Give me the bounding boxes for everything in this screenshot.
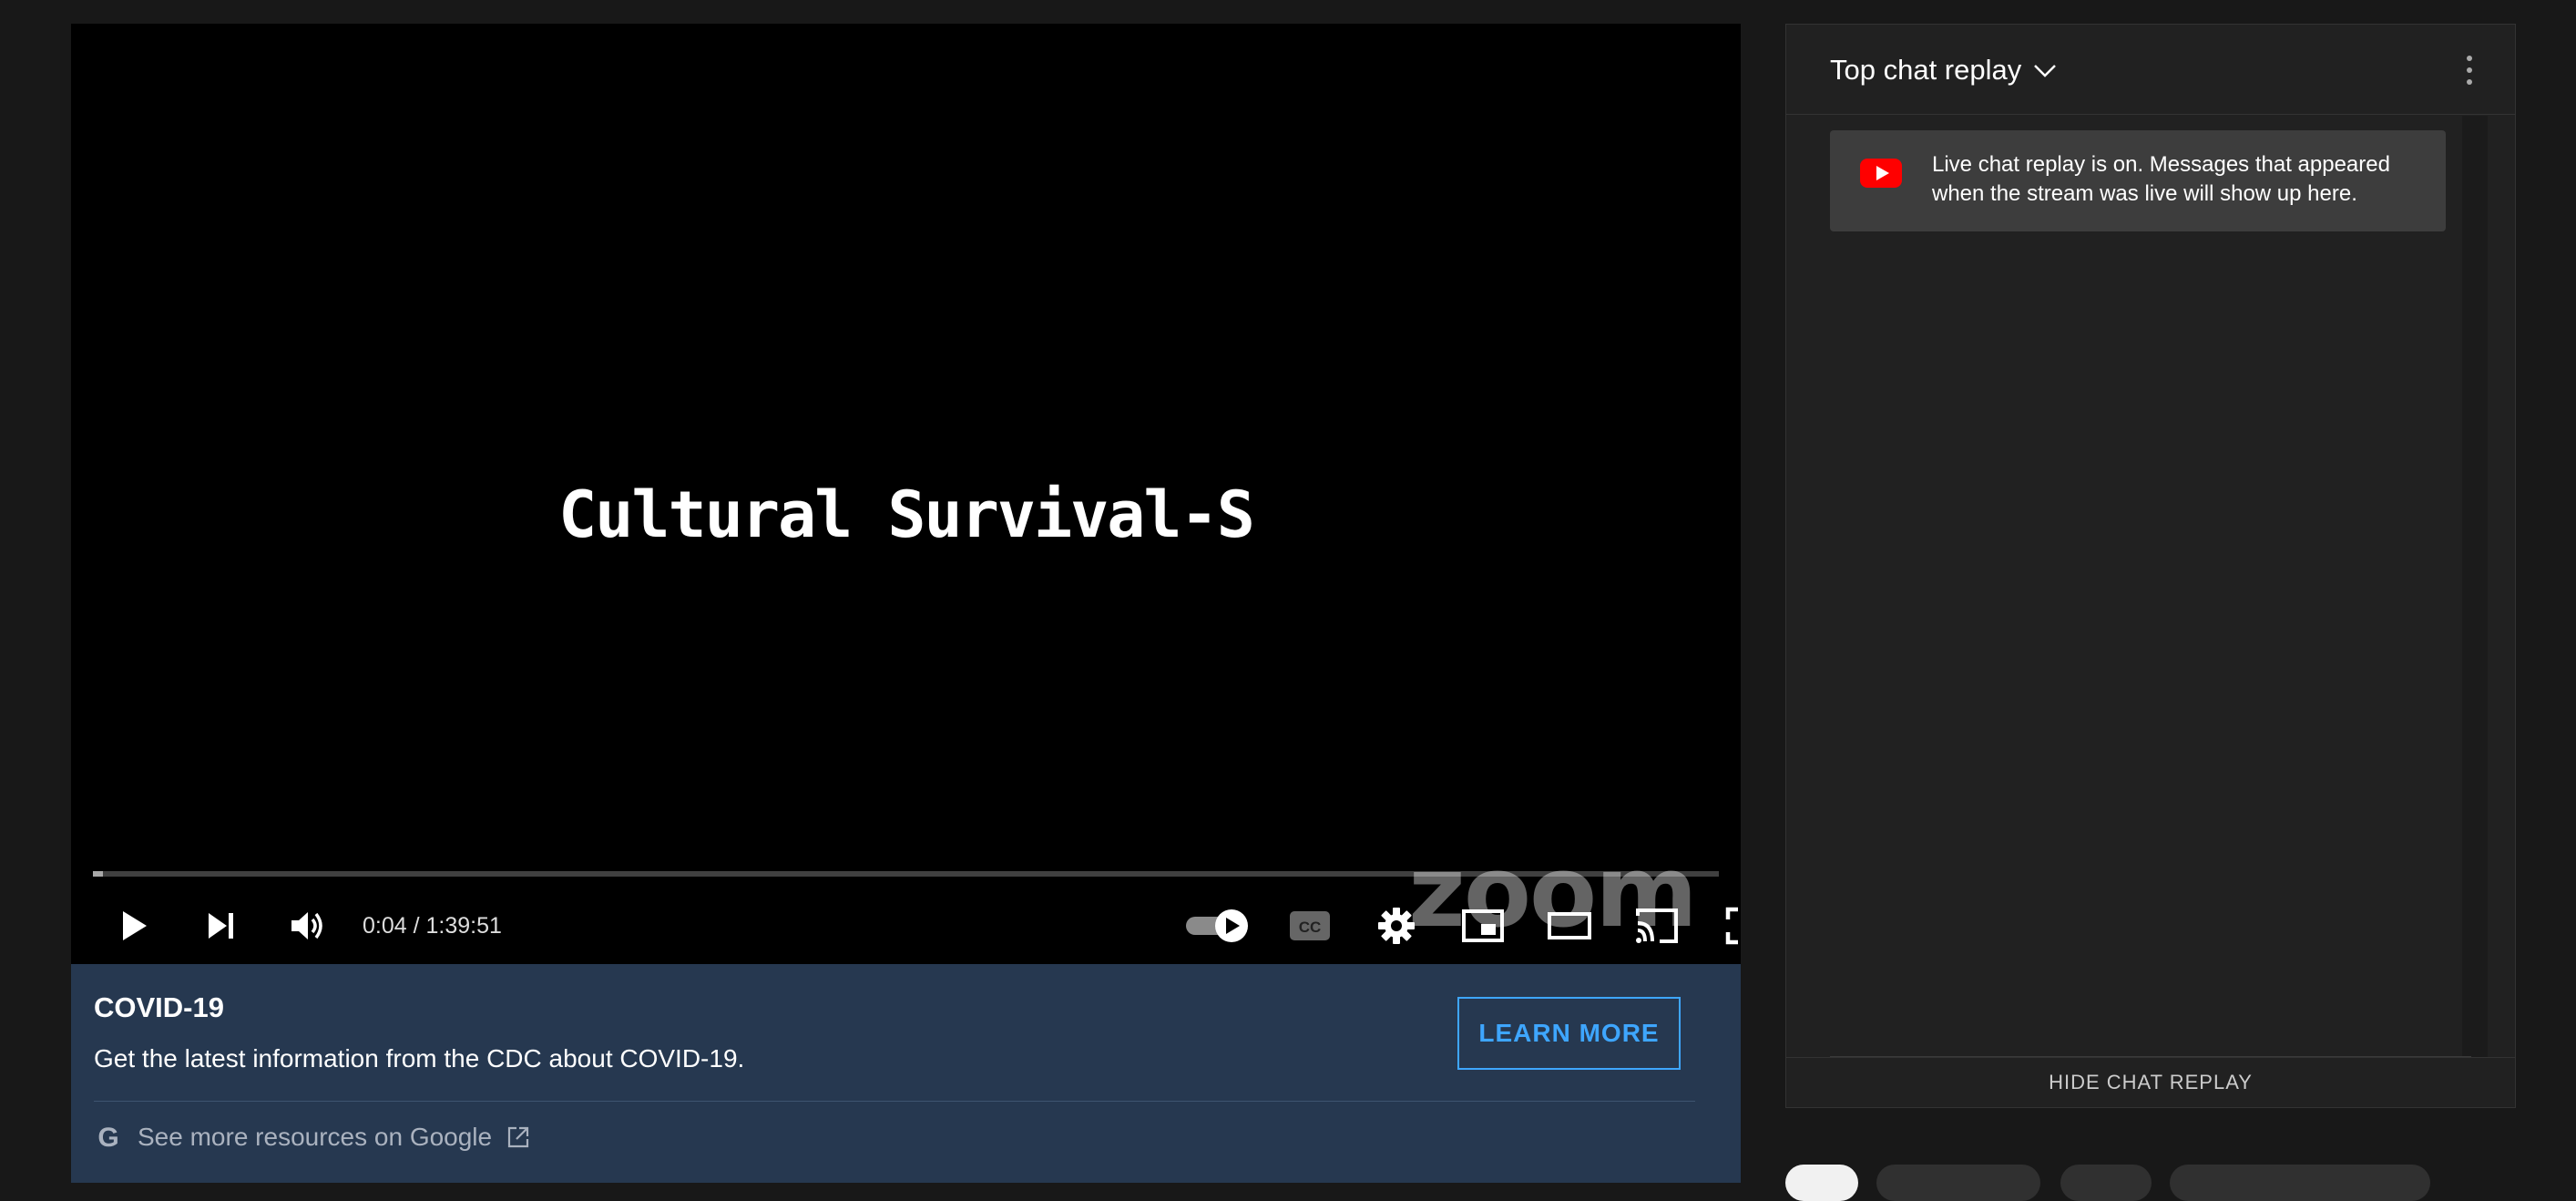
google-link-text: See more resources on Google	[138, 1123, 493, 1151]
hide-chat-replay-button[interactable]: HIDE CHAT REPLAY	[1786, 1057, 2515, 1107]
chat-scrollbar[interactable]	[2462, 116, 2488, 1057]
theater-mode-icon	[1548, 912, 1591, 939]
external-link-icon	[508, 1126, 529, 1148]
video-frame-title: Cultural Survival-S	[558, 477, 1255, 552]
filter-chip[interactable]	[1785, 1165, 1858, 1201]
play-button[interactable]	[102, 894, 166, 958]
fullscreen-button[interactable]	[1712, 894, 1741, 958]
filter-chip[interactable]	[1876, 1165, 2040, 1201]
fullscreen-icon	[1725, 907, 1738, 945]
chat-panel: Top chat replay Live chat replay is on. …	[1785, 24, 2516, 1108]
learn-more-button[interactable]: LEARN MORE	[1457, 997, 1681, 1070]
chat-messages[interactable]: Live chat replay is on. Messages that ap…	[1786, 116, 2515, 1057]
progress-fill	[93, 871, 103, 877]
filter-chip[interactable]	[2060, 1165, 2152, 1201]
cast-button[interactable]	[1625, 894, 1689, 958]
info-title: COVID-19	[94, 991, 224, 1023]
more-vertical-icon	[2467, 56, 2472, 85]
chat-mode-label: Top chat replay	[1830, 53, 2022, 86]
theater-mode-button[interactable]	[1538, 894, 1601, 958]
miniplayer-button[interactable]	[1451, 894, 1515, 958]
time-display: 0:04 / 1:39:51	[363, 912, 502, 939]
mute-button[interactable]	[276, 894, 340, 958]
svg-text:CC: CC	[1299, 919, 1322, 936]
video-player[interactable]: Cultural Survival-S zoom 0:04 / 1:39:51 …	[71, 24, 1741, 964]
autoplay-toggle-icon	[1186, 909, 1248, 942]
chevron-down-icon	[2034, 64, 2057, 77]
svg-text:G: G	[97, 1123, 118, 1152]
miniplayer-icon	[1462, 909, 1504, 942]
filter-chip[interactable]	[2170, 1165, 2430, 1201]
info-description: Get the latest information from the CDC …	[94, 1044, 745, 1073]
cc-icon: CC	[1290, 911, 1330, 940]
info-divider	[94, 1101, 1695, 1102]
chat-mode-dropdown[interactable]: Top chat replay	[1830, 25, 2058, 115]
settings-button[interactable]	[1365, 894, 1428, 958]
play-icon	[123, 911, 147, 940]
chat-notice-text: Live chat replay is on. Messages that ap…	[1932, 152, 2390, 206]
chat-more-button[interactable]	[2460, 52, 2479, 88]
progress-bar[interactable]	[93, 871, 1719, 877]
subtitles-button[interactable]: CC	[1278, 894, 1342, 958]
player-controls: 0:04 / 1:39:51 CC	[71, 894, 1741, 958]
next-icon	[209, 913, 233, 939]
next-button[interactable]	[189, 894, 253, 958]
youtube-logo-icon	[1860, 159, 1902, 188]
cast-icon	[1636, 908, 1678, 943]
gear-icon	[1378, 908, 1415, 944]
autoplay-toggle[interactable]	[1178, 894, 1260, 958]
google-resources-link[interactable]: G See more resources on Google	[94, 1123, 530, 1152]
volume-icon	[291, 912, 322, 939]
chat-header: Top chat replay	[1786, 25, 2515, 115]
google-icon: G	[97, 1123, 118, 1152]
chat-replay-notice: Live chat replay is on. Messages that ap…	[1830, 130, 2446, 231]
covid-info-panel: COVID-19 Get the latest information from…	[71, 964, 1741, 1183]
